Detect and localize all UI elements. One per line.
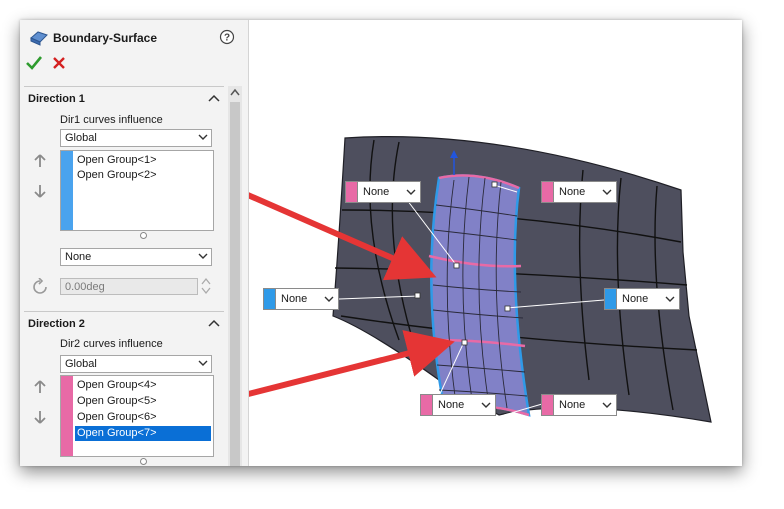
resize-handle[interactable] [140, 232, 147, 239]
collapse-chevron-icon[interactable] [208, 94, 220, 102]
move-down-arrow-icon[interactable] [34, 184, 46, 198]
callout-mid-right[interactable]: None [604, 288, 680, 310]
list-item[interactable]: Open Group<1> [75, 153, 211, 168]
callout-bottom-right[interactable]: None [541, 394, 617, 416]
panel-scrollbar[interactable] [228, 86, 242, 466]
list-item-selected[interactable]: Open Group<7> [75, 426, 211, 441]
chevron-down-icon [406, 189, 416, 195]
chevron-down-icon [198, 360, 208, 366]
resize-handle[interactable] [140, 458, 147, 465]
callout-mid-left[interactable]: None [263, 288, 339, 310]
svg-text:?: ? [224, 33, 230, 44]
dir2-influence-label: Dir2 curves influence [60, 338, 163, 350]
dir1-curves-list[interactable]: Open Group<1> Open Group<2> [60, 150, 214, 231]
callout-top-right[interactable]: None [541, 181, 617, 203]
move-up-arrow-icon[interactable] [34, 380, 46, 394]
chevron-down-icon [324, 296, 334, 302]
chevron-down-icon [198, 134, 208, 140]
scroll-up-icon[interactable] [230, 88, 240, 96]
chevron-down-icon [198, 253, 208, 259]
dir1-influence-label: Dir1 curves influence [60, 114, 163, 126]
list-item[interactable]: Open Group<5> [75, 394, 211, 409]
property-manager: Boundary-Surface ? Direction 1 Dir1 curv… [20, 20, 249, 466]
spin-arrows-icon[interactable] [201, 277, 211, 295]
chevron-down-icon [602, 402, 612, 408]
cancel-x-icon[interactable] [53, 57, 65, 69]
direction2-title: Direction 2 [28, 318, 85, 330]
callout-top-left[interactable]: None [345, 181, 421, 203]
section-divider [24, 86, 224, 87]
angle-rotate-icon [33, 278, 47, 294]
callout-bottom-left[interactable]: None [420, 394, 496, 416]
feature-header: Boundary-Surface ? [20, 20, 248, 82]
section-divider [24, 311, 224, 312]
dir1-tangency-select[interactable]: None [60, 248, 212, 266]
feature-title: Boundary-Surface [53, 31, 158, 45]
move-down-arrow-icon[interactable] [34, 410, 46, 424]
angle-input[interactable]: 0.00deg [60, 278, 198, 295]
dir2-curves-list[interactable]: Open Group<4> Open Group<5> Open Group<6… [60, 375, 214, 457]
dir1-influence-select[interactable]: Global [60, 129, 212, 147]
graphics-viewport[interactable]: None None None None None None [249, 20, 742, 466]
move-up-arrow-icon[interactable] [34, 154, 46, 168]
scroll-thumb[interactable] [230, 102, 240, 466]
app-window: Boundary-Surface ? Direction 1 Dir1 curv… [20, 20, 742, 466]
ok-check-icon[interactable] [26, 56, 42, 70]
chevron-down-icon [602, 189, 612, 195]
boundary-surface-icon [30, 31, 48, 46]
list-item[interactable]: Open Group<4> [75, 378, 211, 393]
chevron-down-icon [481, 402, 491, 408]
chevron-down-icon [665, 296, 675, 302]
collapse-chevron-icon[interactable] [208, 319, 220, 327]
direction1-color-strip [61, 151, 73, 230]
help-icon[interactable]: ? [219, 29, 235, 45]
list-item[interactable]: Open Group<6> [75, 410, 211, 425]
list-item[interactable]: Open Group<2> [75, 168, 211, 183]
direction1-title: Direction 1 [28, 93, 85, 105]
direction2-color-strip [61, 376, 73, 456]
selected-patch [428, 174, 531, 417]
dir2-influence-select[interactable]: Global [60, 355, 212, 373]
